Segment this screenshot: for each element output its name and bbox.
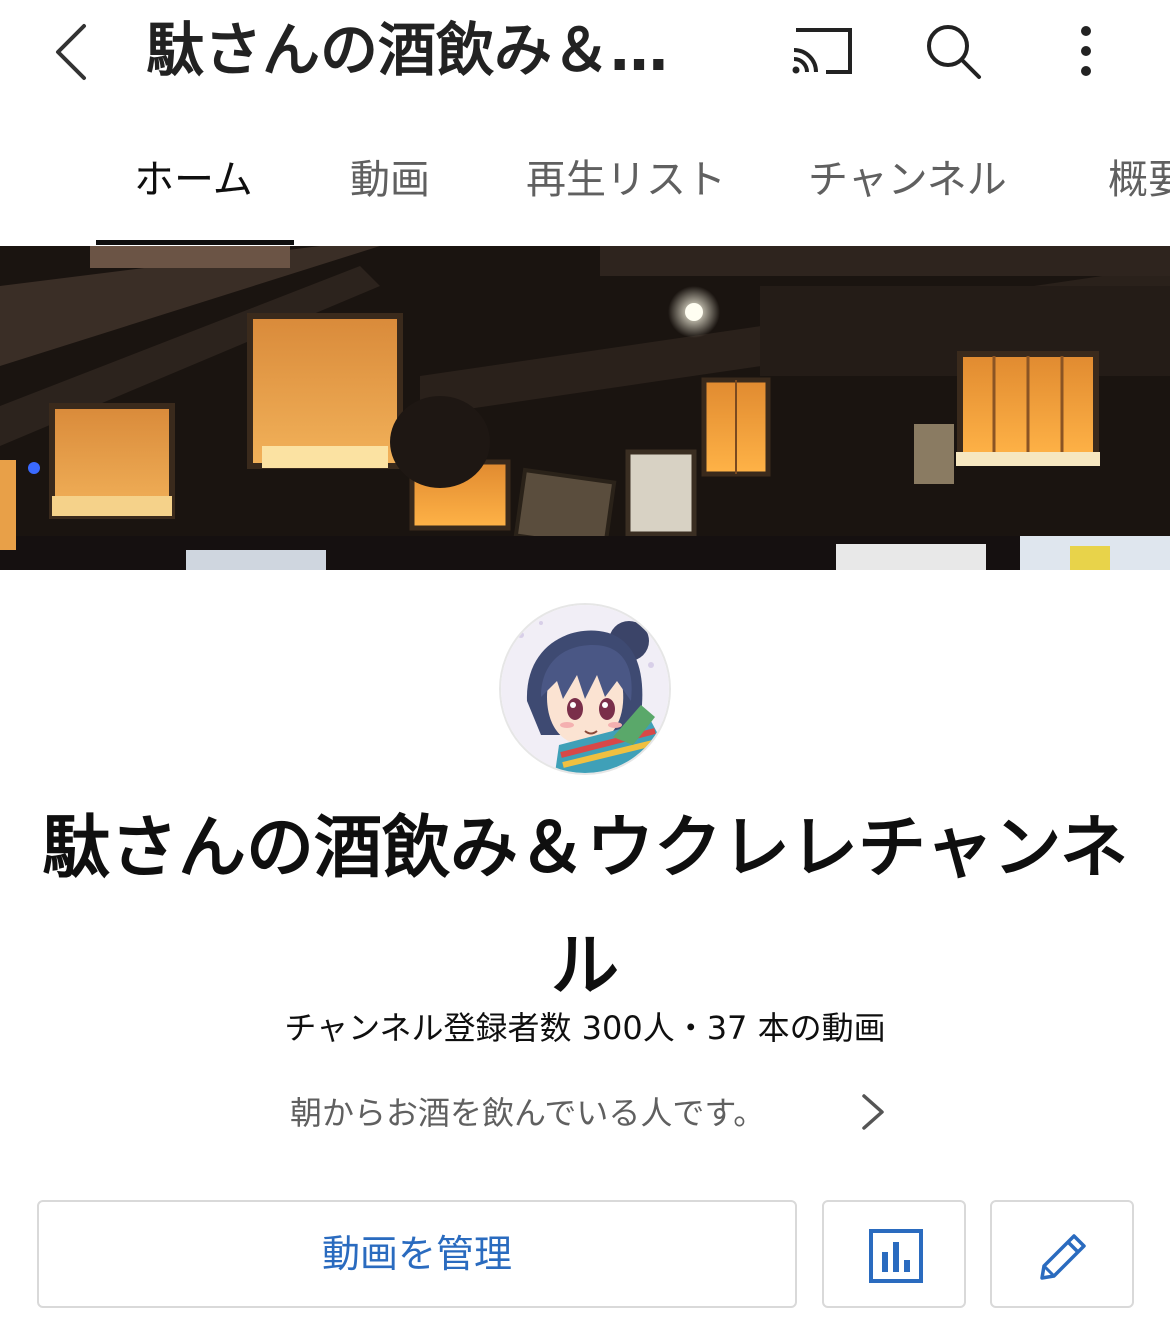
tab-channels[interactable]: チャンネル xyxy=(808,152,1007,208)
tab-videos[interactable]: 動画 xyxy=(350,152,430,208)
top-app-bar: 駄さんの酒飲み＆… xyxy=(0,0,1170,100)
more-vertical-icon xyxy=(1081,26,1091,76)
search-button[interactable] xyxy=(920,18,986,84)
more-options-button[interactable] xyxy=(1064,18,1108,84)
tab-about[interactable]: 概要 xyxy=(1108,152,1170,208)
channel-description-link[interactable]: 朝からお酒を飲んでいる人です。 xyxy=(270,1084,910,1140)
search-icon xyxy=(927,25,981,79)
analytics-button[interactable] xyxy=(822,1200,966,1308)
channel-banner xyxy=(0,246,1170,570)
tab-home[interactable]: ホーム xyxy=(134,152,253,208)
pencil-icon xyxy=(1040,1234,1086,1280)
edit-channel-button[interactable] xyxy=(990,1200,1134,1308)
channel-stats: チャンネル登録者数 300人・37 本の動画 xyxy=(284,1009,886,1047)
channel-name: 駄さんの酒飲み＆ウクレレチャンネル xyxy=(42,809,1128,1006)
manage-videos-button[interactable]: 動画を管理 xyxy=(37,1200,797,1308)
page-title: 駄さんの酒飲み＆… xyxy=(146,16,669,84)
tab-playlists[interactable]: 再生リスト xyxy=(526,152,726,208)
active-tab-indicator xyxy=(96,240,294,245)
channel-description: 朝からお酒を飲んでいる人です。 xyxy=(290,1094,766,1132)
chevron-left-icon xyxy=(56,24,86,80)
chevron-right-icon xyxy=(862,1094,884,1130)
cast-button[interactable] xyxy=(786,22,856,80)
analytics-icon xyxy=(869,1229,923,1283)
manage-videos-label: 動画を管理 xyxy=(321,1232,512,1276)
back-button[interactable] xyxy=(40,12,104,88)
channel-avatar[interactable] xyxy=(499,603,671,775)
channel-tabs: ホーム 動画 再生リスト チャンネル 概要 xyxy=(0,130,1170,246)
cast-icon xyxy=(792,28,852,74)
